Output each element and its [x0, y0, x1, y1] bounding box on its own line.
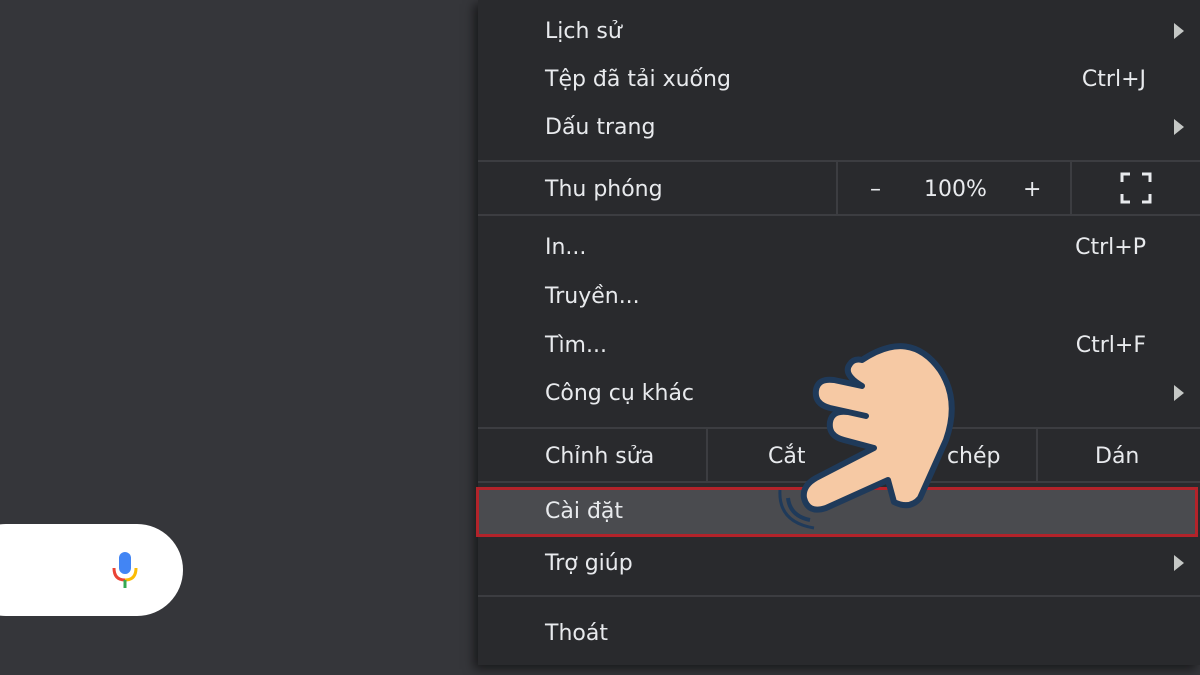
downloads-label: Tệp đã tải xuống	[545, 66, 731, 92]
paste-button[interactable]: Dán	[1095, 444, 1139, 469]
menu-item-cast[interactable]: Truyền...	[478, 273, 1200, 319]
menu-separator	[478, 595, 1200, 597]
divider	[1036, 429, 1038, 481]
zoom-in-button[interactable]: +	[1023, 177, 1041, 202]
cast-label: Truyền...	[545, 283, 640, 309]
menu-item-bookmarks[interactable]: Dấu trang	[478, 104, 1200, 150]
bookmarks-label: Dấu trang	[545, 114, 656, 140]
fullscreen-icon[interactable]	[1120, 172, 1152, 204]
more-tools-label: Công cụ khác	[545, 380, 695, 406]
print-shortcut: Ctrl+P	[1075, 234, 1146, 260]
pointing-hand-icon	[770, 330, 970, 540]
menu-item-downloads[interactable]: Tệp đã tải xuống Ctrl+J	[478, 56, 1200, 102]
search-box[interactable]	[0, 524, 183, 616]
settings-label: Cài đặt	[545, 499, 624, 524]
zoom-level: 100%	[924, 176, 987, 202]
chevron-right-icon	[1174, 119, 1184, 135]
find-label: Tìm...	[545, 332, 607, 358]
help-label: Trợ giúp	[545, 550, 633, 576]
zoom-row: Thu phóng – 100% +	[478, 162, 1200, 216]
microphone-icon[interactable]	[107, 550, 143, 590]
find-shortcut: Ctrl+F	[1075, 332, 1146, 358]
divider	[1070, 162, 1072, 216]
chevron-right-icon	[1174, 23, 1184, 39]
divider	[836, 162, 838, 216]
zoom-label: Thu phóng	[545, 176, 663, 202]
chevron-right-icon	[1174, 385, 1184, 401]
downloads-shortcut: Ctrl+J	[1081, 66, 1146, 92]
menu-item-help[interactable]: Trợ giúp	[478, 540, 1200, 586]
edit-label: Chỉnh sửa	[545, 443, 655, 469]
chevron-right-icon	[1174, 555, 1184, 571]
menu-item-print[interactable]: In... Ctrl+P	[478, 224, 1200, 270]
history-label: Lịch sử	[545, 18, 622, 44]
menu-item-exit[interactable]: Thoát	[478, 610, 1200, 656]
zoom-out-button[interactable]: –	[870, 177, 881, 202]
print-label: In...	[545, 234, 587, 260]
divider	[706, 429, 708, 481]
menu-item-history[interactable]: Lịch sử	[478, 8, 1200, 54]
exit-label: Thoát	[545, 620, 608, 646]
menu-separator	[478, 214, 1200, 216]
